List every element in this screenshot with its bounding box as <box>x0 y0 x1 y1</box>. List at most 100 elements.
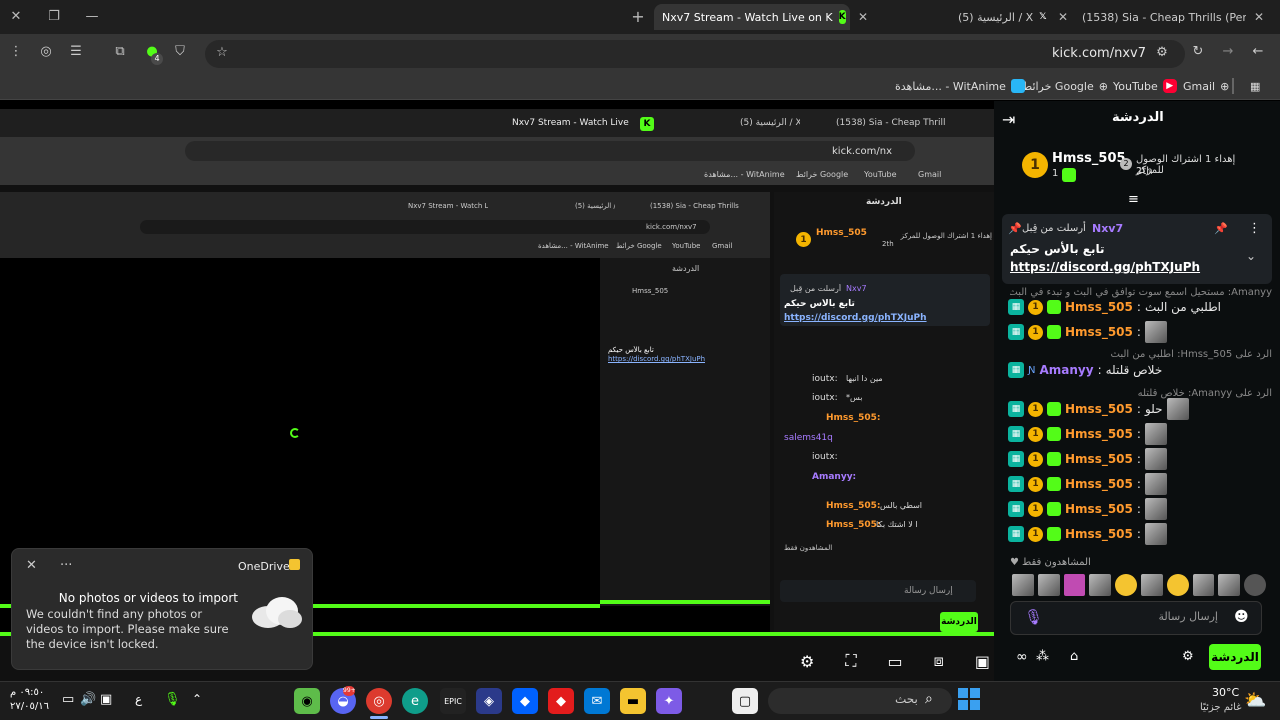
close-tab-icon[interactable]: ✕ <box>858 10 868 24</box>
bookmark-gmail[interactable]: Gmail ⊕ <box>1183 77 1229 95</box>
chat-username[interactable]: Hmss_505 <box>1065 477 1133 491</box>
bookmark-star-icon[interactable]: ☆ <box>212 45 232 63</box>
nested-tab-title: Nxv7 Stream - Watch Live on K <box>512 118 632 128</box>
subscriber-badge-icon: ▦ <box>1008 401 1024 417</box>
file-explorer-icon[interactable]: ▬ <box>620 688 646 714</box>
close-tab-icon[interactable]: ✕ <box>1058 10 1068 24</box>
edge-icon[interactable]: e <box>402 688 428 714</box>
settings-icon[interactable]: ⚙ <box>1182 649 1194 664</box>
bookmark-maps[interactable]: خرائط Google ⊕ <box>1022 77 1108 95</box>
restore-window-icon[interactable]: ❐ <box>42 8 66 26</box>
bookmark-youtube[interactable]: YouTube ▶ <box>1113 77 1177 95</box>
reload-icon[interactable]: ↻ <box>1188 44 1208 62</box>
bookmark-witanime[interactable]: مشاهدة... - WitAnime <box>895 77 1025 95</box>
chat-username[interactable]: Hmss_505 <box>1065 502 1133 516</box>
store-icon[interactable]: ⌂ <box>1070 649 1078 664</box>
unpin-icon[interactable]: 📌 <box>1214 222 1228 235</box>
emote-button[interactable] <box>1192 574 1215 596</box>
emoji-icon[interactable]: ☻ <box>1234 609 1249 625</box>
weather-temp[interactable]: 30°C <box>1212 686 1239 699</box>
clock-time[interactable]: ٠٩:٥٠ م <box>10 687 44 698</box>
chat-username[interactable]: Hmss_505 <box>1065 427 1133 441</box>
url-text[interactable]: kick.com/nxv7 <box>1000 46 1146 61</box>
extensions-puzzle-icon[interactable]: ⧉ <box>110 44 130 62</box>
send-chat-button[interactable]: الدردشة <box>1209 644 1261 670</box>
expand-leaderboard-icon[interactable]: ≡ <box>1128 192 1139 207</box>
show-hidden-icons-icon[interactable]: ⌃ <box>192 692 202 706</box>
new-tab-icon[interactable]: + <box>626 8 650 26</box>
app-red-icon[interactable]: ◆ <box>548 688 574 714</box>
pinned-sender[interactable]: Nxv7 <box>1092 222 1123 235</box>
display-icon[interactable]: ▣ <box>100 692 112 707</box>
emote-button[interactable] <box>1089 574 1112 596</box>
copilot-icon[interactable]: ✦ <box>656 688 682 714</box>
nested-tab-title: (1538) Sia - Cheap Thrills (Perfo <box>650 202 740 210</box>
dots-cluster-icon[interactable]: ⁂ <box>1036 649 1049 664</box>
search-icon: ⌕ <box>925 691 933 707</box>
microphone-icon[interactable]: 🎙 <box>1024 608 1043 626</box>
dropbox-icon[interactable]: ◆ <box>512 688 538 714</box>
clock-date[interactable]: ٢٧/٠٥/١٦ <box>10 701 49 712</box>
close-window-icon[interactable]: ✕ <box>4 8 28 26</box>
fullscreen-icon[interactable]: ⛶ <box>845 651 856 671</box>
weather-desc[interactable]: غائم جزئيًا <box>1200 702 1241 713</box>
taskbar-app-icon[interactable]: ◉ <box>294 688 320 714</box>
menu-dots-icon[interactable]: ⋮ <box>6 44 26 62</box>
app-window-icon[interactable]: ▢ <box>732 688 758 714</box>
tab-youtube[interactable]: (1538) Sia - Cheap Thrills (Perfo ▶ <box>1074 4 1246 30</box>
clip-icon[interactable]: ⧈ <box>934 651 944 671</box>
emote-button[interactable] <box>1244 574 1266 596</box>
emote-button[interactable] <box>1012 574 1034 596</box>
site-settings-icon[interactable]: ⚙ <box>1152 45 1172 63</box>
collapse-chat-icon[interactable]: ⇥ <box>1002 110 1015 129</box>
more-options-icon[interactable]: ⋮ <box>1248 221 1261 236</box>
gift-badge-icon <box>1047 477 1061 491</box>
tab-kick[interactable]: Nxv7 Stream - Watch Live on K K <box>654 4 850 30</box>
theater-mode-icon[interactable]: ▭ <box>888 652 903 671</box>
leader-username[interactable]: Hmss_505 <box>1052 151 1126 166</box>
epic-games-icon[interactable]: EPIC <box>440 688 466 714</box>
apps-grid-icon[interactable]: ▦ <box>1250 77 1260 95</box>
settings-icon[interactable]: ⚙ <box>800 652 814 671</box>
chrome-icon[interactable]: ◎ <box>366 688 392 714</box>
chat-username[interactable]: Hmss_505 <box>1065 527 1133 541</box>
outlook-icon[interactable]: ✉ <box>584 688 610 714</box>
onedrive-app-icon <box>289 559 300 570</box>
back-icon[interactable]: ← <box>1248 44 1268 62</box>
pinned-link[interactable]: https://discord.gg/phTXJuPh <box>1010 260 1200 274</box>
emote-button[interactable] <box>1063 574 1086 596</box>
language-indicator[interactable]: ع <box>135 692 142 706</box>
emote-button[interactable] <box>1140 574 1163 596</box>
more-options-icon[interactable]: ··· <box>60 558 72 573</box>
emote-button[interactable] <box>1166 574 1189 596</box>
emote-button[interactable] <box>1115 574 1137 596</box>
close-notification-icon[interactable]: ✕ <box>26 558 37 573</box>
emote-button[interactable] <box>1037 574 1060 596</box>
chat-username[interactable]: Hmss_505 <box>1065 300 1133 314</box>
extension-badge: 4 <box>151 53 163 65</box>
chat-username[interactable]: Hmss_505 <box>1065 402 1133 416</box>
tab-x[interactable]: (5) الرئيسية / X 𝕏 <box>950 4 1050 30</box>
shield-icon[interactable]: ⛉ <box>170 44 190 62</box>
volume-icon[interactable]: 🔊 <box>80 692 96 707</box>
pip-icon[interactable]: ▣ <box>975 652 990 671</box>
emote-button[interactable] <box>1218 574 1241 596</box>
onedrive-body: We couldn't find any photos or videos to… <box>26 607 229 651</box>
reading-list-icon[interactable]: ☰ <box>66 44 86 62</box>
microphone-tray-icon[interactable]: 🎙 <box>164 692 181 707</box>
close-tab-icon[interactable]: ✕ <box>1254 10 1264 24</box>
nested-pinned-label: أرسلت من قِبل <box>790 284 842 293</box>
chat-username[interactable]: Amanyy <box>1039 363 1093 377</box>
battery-icon[interactable]: ▭ <box>62 692 74 707</box>
app-icon[interactable]: ◈ <box>476 688 502 714</box>
forward-icon[interactable]: → <box>1218 44 1238 62</box>
chat-username[interactable]: Hmss_505 <box>1065 325 1133 339</box>
start-button-icon[interactable] <box>958 688 980 710</box>
nested-url: kick.com/nxv7 <box>646 223 697 231</box>
chat-username[interactable]: Hmss_505 <box>1065 452 1133 466</box>
chevron-down-icon[interactable]: ⌄ <box>1246 249 1256 263</box>
chat-message: ▦ 1 Hmss_505: حلو <box>1008 398 1270 420</box>
extension-icon[interactable]: ◎ <box>36 44 56 62</box>
minimize-window-icon[interactable]: — <box>80 8 104 26</box>
infinity-icon[interactable]: ∞ <box>1016 649 1028 665</box>
